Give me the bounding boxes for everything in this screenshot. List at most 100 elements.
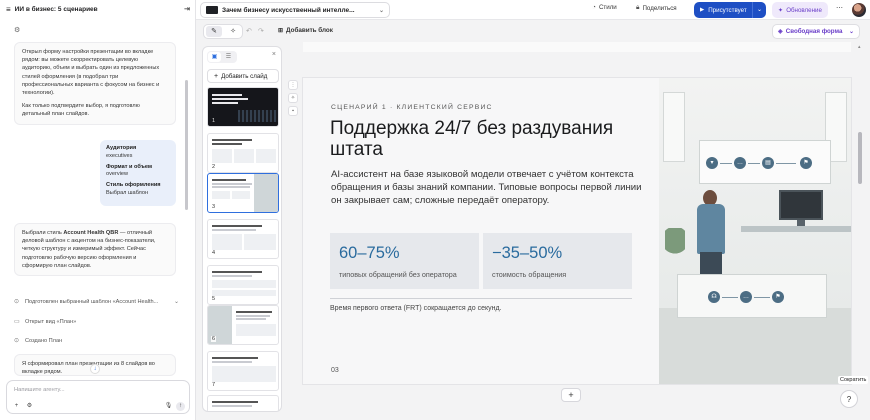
slide-thumbnails-panel: ▣ ☰ × + Добавить слайд 1 2 3 4 5 6 7 (202, 46, 282, 412)
add-attachment-icon[interactable]: + (12, 402, 21, 411)
selection-value: executives (106, 152, 133, 159)
present-options-chevron[interactable]: ⌄ (752, 2, 766, 18)
page-number: 03 (331, 367, 339, 374)
styles-button[interactable]: ◔ Стили (592, 4, 617, 11)
avatar[interactable] (852, 3, 866, 17)
plant (665, 228, 685, 268)
share-button[interactable]: 🔒︎ Поделиться (636, 4, 677, 12)
status-row[interactable]: ⊙ Подготовлен выбранный шаблон «Account … (14, 298, 179, 306)
ai-edit-icon[interactable]: ✧ (288, 93, 298, 103)
microphone-icon[interactable]: 🎙 (164, 402, 173, 411)
stat-label: типовых обращений без оператора (339, 270, 457, 279)
slide-thumbnail[interactable]: 5 (207, 265, 279, 305)
stat-value: 60–75% (339, 244, 400, 262)
inbox-icon: ▾ (706, 157, 718, 169)
slide-canvas[interactable]: СЦЕНАРИЙ 1 · КЛИЕНТСКИЙ СЕРВИС Поддержка… (303, 78, 851, 384)
chat-panel: ≡ ИИ в бизнес: 5 сценариев ⇥ ⚙ Открыл фо… (0, 0, 196, 420)
add-slide-below-button[interactable]: + (561, 388, 581, 402)
support-office-illustration[interactable]: ▾ … ▤ ⚑ ☊ … ⚑ (659, 78, 851, 384)
chat-scrollbar[interactable] (185, 80, 188, 210)
lock-icon: 🔒︎ (636, 4, 640, 11)
status-text: Открыт вид «План» (25, 318, 77, 325)
arrow (720, 163, 732, 164)
document-icon: ▤ (762, 157, 774, 169)
message-text: Выбрали стиль Account Health QBR — отлич… (22, 229, 168, 270)
send-icon[interactable]: ↑ (176, 402, 185, 411)
style-name: Account Health QBR (63, 230, 119, 236)
arrow (776, 163, 796, 164)
thumbnail-view-icon[interactable]: ▣ (208, 52, 221, 62)
stat-card[interactable]: 60–75% типовых обращений без оператора (330, 233, 479, 289)
slide-number: 3 (211, 204, 217, 210)
view-toggle: ▣ ☰ (207, 51, 237, 63)
add-block-button[interactable]: ⊞ Добавить блок (278, 27, 333, 34)
slide-body[interactable]: AI-ассистент на базе языковой модели отв… (331, 168, 651, 208)
add-block-label: Добавить блок (286, 27, 333, 34)
window (663, 92, 685, 162)
slide-number: 4 (211, 250, 217, 256)
slide-thumbnail[interactable]: 3 (207, 173, 279, 213)
flag-icon: ⚑ (800, 157, 812, 169)
folder-icon: ▭ (14, 319, 20, 325)
slide-side-controls: ⋮ ✧ ▪ (288, 80, 298, 120)
canvas-scrollbar[interactable] (858, 132, 862, 184)
slide-thumbnail[interactable]: 2 (207, 133, 279, 173)
update-button[interactable]: ✦ Обновление (772, 2, 828, 18)
ai-edit-icon[interactable]: ✧ (225, 26, 241, 37)
more-vertical-icon[interactable]: ⋮ (288, 80, 298, 90)
more-options-icon[interactable]: ⋯ (836, 4, 843, 12)
message-composer[interactable]: Напишите агенту... + ⚙ 🎙 ↑ (6, 380, 190, 414)
chat-title: ИИ в бизнес: 5 сценариев (14, 5, 98, 13)
update-label: Обновление (786, 6, 822, 14)
layout-mode-select[interactable]: ◈ Свободная форма ⌄ (772, 24, 860, 39)
slide-thumbnail[interactable]: 1 (207, 87, 279, 127)
add-slide-button[interactable]: + Добавить слайд (207, 69, 279, 83)
share-label: Поделиться (642, 4, 677, 12)
slide-content: СЦЕНАРИЙ 1 · КЛИЕНТСКИЙ СЕРВИС Поддержка… (303, 78, 659, 384)
list-view-icon[interactable]: ☰ (222, 52, 235, 62)
settings-sliders-icon[interactable]: ⚙ (25, 402, 34, 411)
slide-thumbnail[interactable]: 4 (207, 219, 279, 259)
pen-tool-icon[interactable]: ✎ (206, 26, 222, 37)
slide-number: 6 (211, 336, 217, 342)
chevron-down-icon: ⌄ (848, 29, 854, 35)
slide-footnote[interactable]: Время первого ответа (FRT) сокращается д… (330, 305, 502, 312)
menu-icon[interactable]: ≡ (6, 5, 11, 14)
slide-title[interactable]: Поддержка 24/7 без раздувания штата (330, 118, 650, 160)
plus-icon: + (214, 72, 219, 80)
delete-icon[interactable]: ▪ (288, 106, 298, 116)
composer-placeholder: Напишите агенту... (14, 387, 65, 393)
document-selector[interactable]: Зачем бизнесу искусственный интелле... ⌄ (200, 2, 390, 18)
status-text: Создано План (25, 337, 63, 344)
monitor-stand (797, 220, 805, 226)
status-row[interactable]: ⊙ Создано План (14, 337, 179, 345)
slide-number: 7 (211, 382, 217, 388)
present-label: Присутствует (708, 6, 747, 14)
arrow (722, 297, 738, 298)
redo-icon[interactable]: ↷ (258, 27, 264, 35)
sparkle-icon: ✦ (778, 6, 784, 14)
collapse-panel-icon[interactable]: ⇥ (184, 5, 190, 13)
editor-toolbar: ✎ ✧ ↶ ↷ ⊞ Добавить блок ◈ Свободная форм… (200, 22, 870, 42)
status-text: Подготовлен выбранный шаблон «Account He… (25, 298, 159, 305)
slide-overline[interactable]: СЦЕНАРИЙ 1 · КЛИЕНТСКИЙ СЕРВИС (331, 104, 493, 111)
status-row[interactable]: ▭ Открыт вид «План» (14, 318, 179, 326)
scroll-indicator: ▴ (858, 44, 861, 50)
settings-icon: ⚙ (14, 27, 21, 34)
close-icon[interactable]: × (272, 51, 276, 58)
floor (659, 308, 851, 384)
chevron-down-icon: ⌄ (378, 7, 384, 14)
workflow-board: ▾ … ▤ ⚑ (699, 140, 831, 184)
undo-icon[interactable]: ↶ (246, 27, 252, 35)
compress-button[interactable]: Сократить (838, 376, 869, 384)
stat-card[interactable]: −35–50% стоимость обращения (483, 233, 632, 289)
present-button[interactable]: ▶ Присутствует ⌄ (694, 2, 766, 18)
help-button[interactable]: ? (840, 390, 858, 408)
scroll-down-button[interactable]: ↓ (90, 364, 100, 374)
palette-icon: ◔ (592, 4, 596, 11)
slide-thumbnail[interactable]: 7 (207, 351, 279, 391)
slide-thumbnail[interactable]: 6 (207, 305, 279, 345)
message-text: Открыл форму настройки презентации во вк… (22, 49, 160, 97)
slide-thumbnail[interactable] (207, 395, 279, 411)
assistant-message: Выбрали стиль Account Health QBR — отлич… (14, 223, 176, 277)
